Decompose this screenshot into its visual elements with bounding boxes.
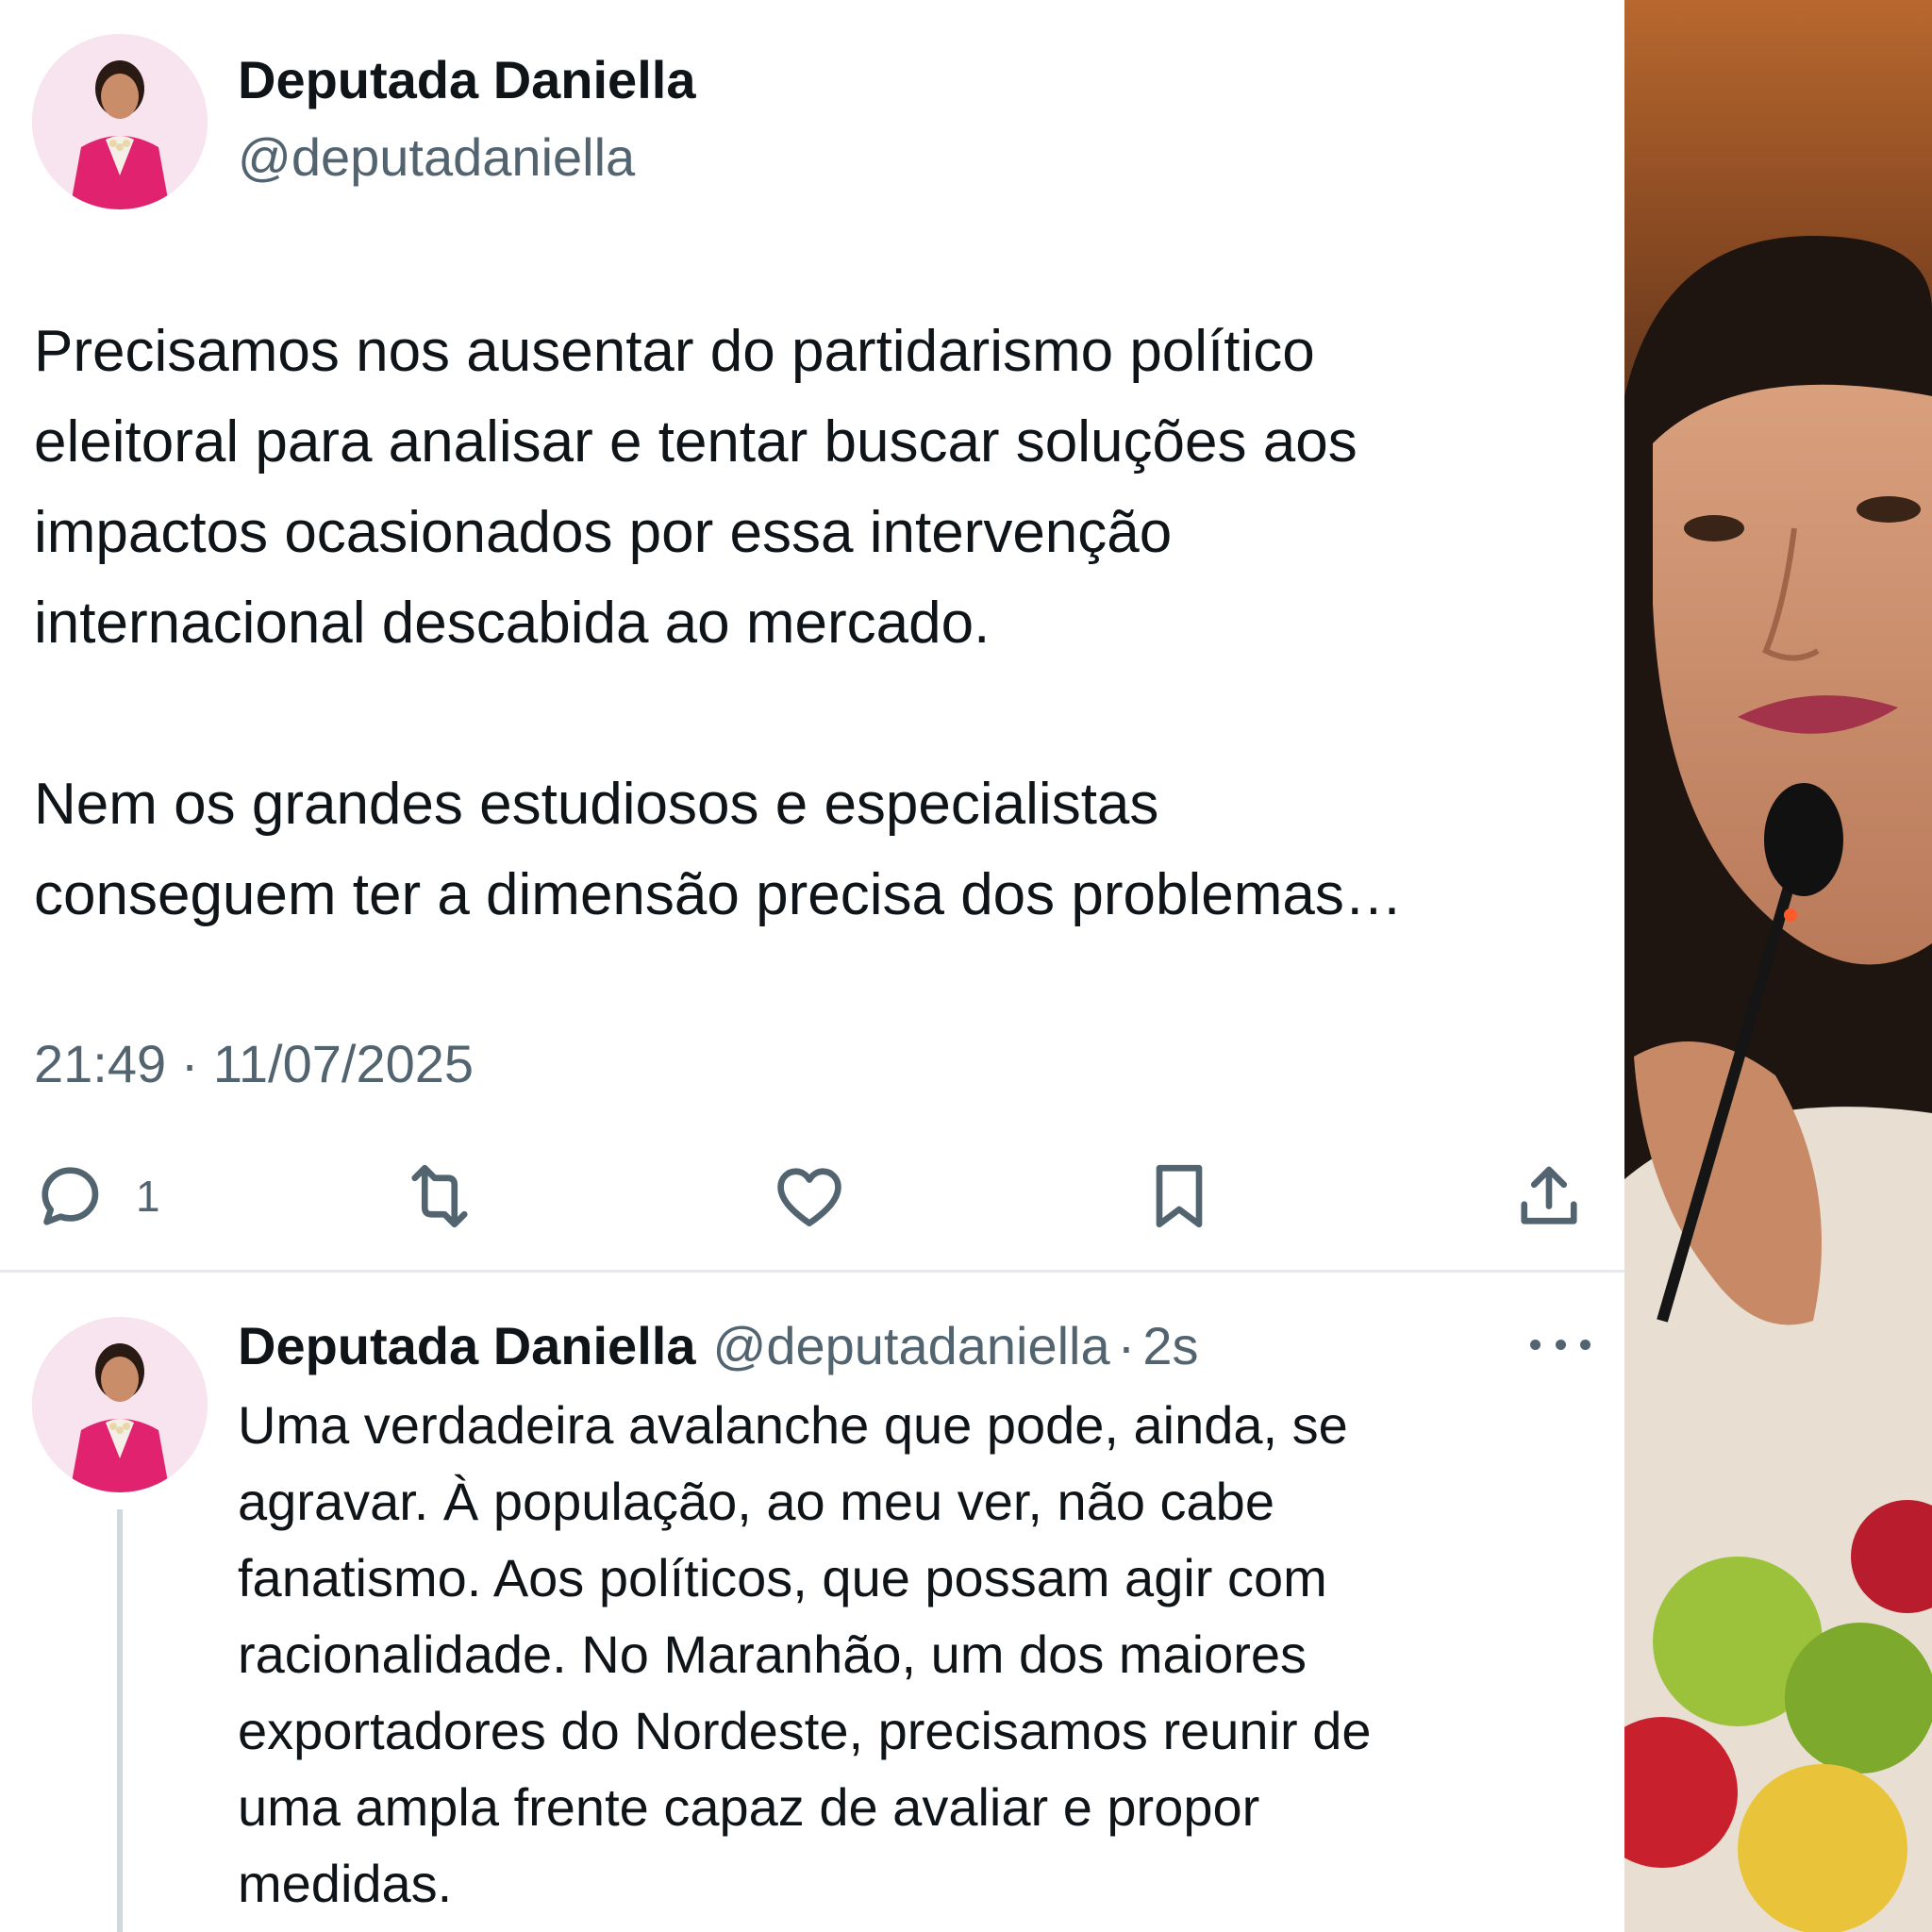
tweet-text-line: conseguem ter a dimensão precisa dos pro… [34, 862, 1403, 927]
author-name[interactable]: Deputada Daniella [238, 49, 695, 110]
retweet-icon [411, 1164, 468, 1228]
more-options-button[interactable] [1530, 1321, 1591, 1368]
ellipsis-icon [1555, 1339, 1566, 1350]
tweet-divider [0, 1270, 1624, 1273]
share-button[interactable] [1509, 1158, 1589, 1234]
reply-count: 1 [136, 1172, 160, 1221]
reply-text-line: racionalidade. No Maranhão, um dos maior… [238, 1624, 1307, 1684]
tweet-text-line: Precisamos nos ausentar do partidarismo … [34, 319, 1315, 384]
retweet-button[interactable] [400, 1158, 479, 1234]
avatar-portrait-icon [32, 1317, 208, 1492]
speech-bubble-icon [42, 1167, 99, 1225]
tweet-feed: Deputada Daniella @deputadaniella Precis… [0, 0, 1624, 1932]
tweet-text-line: internacional descabida ao mercado. [34, 591, 991, 656]
reply-button[interactable]: 1 [30, 1158, 160, 1234]
avatar-portrait-icon [32, 34, 208, 209]
ellipsis-icon [1580, 1339, 1591, 1350]
reply-time-ago[interactable]: 2s [1142, 1315, 1198, 1376]
reply-text-line: uma ampla frente capaz de avaliar e prop… [238, 1777, 1260, 1837]
share-upload-icon [1521, 1166, 1577, 1224]
bookmark-icon [1156, 1164, 1203, 1228]
thread-connector-line [117, 1509, 123, 1932]
header-separator: · [1117, 1315, 1136, 1375]
reply-author-name[interactable]: Deputada Daniella [238, 1315, 695, 1376]
reply-body: Uma verdadeira avalanche que pode, ainda… [238, 1387, 1596, 1922]
speaker-photo-image [1624, 0, 1932, 1932]
author-avatar[interactable] [32, 34, 208, 209]
tweet-text-line: impactos ocasionados por essa intervençã… [34, 500, 1173, 565]
author-handle[interactable]: @deputadaniella [238, 126, 635, 188]
reply-text-line: exportadores do Nordeste, precisamos reu… [238, 1701, 1372, 1760]
bookmark-button[interactable] [1140, 1158, 1219, 1234]
reply-text-line: agravar. À população, ao meu ver, não ca… [238, 1472, 1274, 1531]
tweet-text-line: eleitoral para analisar e tentar buscar … [34, 409, 1357, 475]
ellipsis-icon [1530, 1339, 1541, 1350]
speaker-photo [1624, 0, 1932, 1932]
tweet-timestamp[interactable]: 21:49 · 11/07/2025 [34, 1033, 474, 1094]
tweet-body: Precisamos nos ausentar do partidarismo … [34, 307, 1600, 941]
reply-header: Deputada Daniella @deputadaniella · 2s [238, 1311, 1198, 1379]
like-button[interactable] [770, 1158, 849, 1234]
reply-text-line: Uma verdadeira avalanche que pode, ainda… [238, 1395, 1348, 1455]
tweet-text-line: Nem os grandes estudiosos e especialista… [34, 772, 1159, 837]
reply-text-line: fanatismo. Aos políticos, que possam agi… [238, 1548, 1327, 1607]
reply-author-handle[interactable]: @deputadaniella [712, 1315, 1109, 1376]
heart-icon [777, 1168, 841, 1227]
reply-author-avatar[interactable] [32, 1317, 208, 1492]
reply-text-line: medidas. [238, 1854, 453, 1913]
